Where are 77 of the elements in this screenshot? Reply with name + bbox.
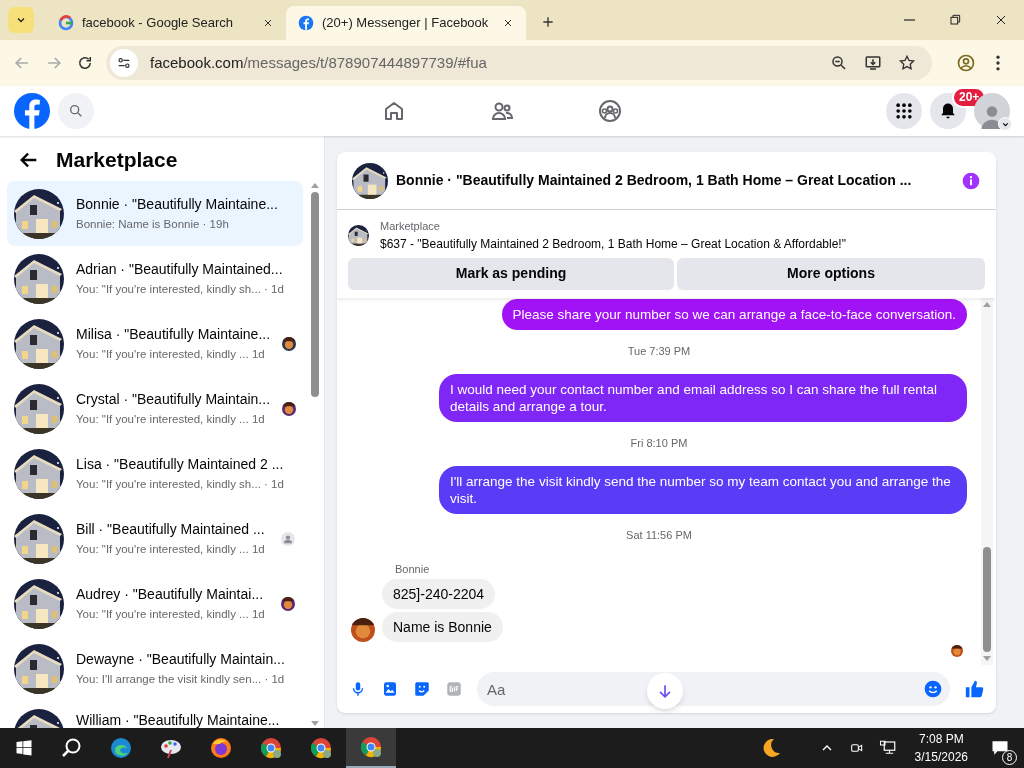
message-bubble: Name is Bonnie: [382, 612, 503, 642]
listing-label: Marketplace: [380, 219, 441, 234]
conversation-title: Lisa · "Beautifully Maintained 2 ...: [76, 455, 285, 473]
facebook-logo[interactable]: [14, 93, 50, 129]
conversation-title: Bonnie · "Beautifully Maintaine...: [76, 195, 279, 213]
sticker-icon[interactable]: [413, 680, 431, 698]
conversation-title: William · "Beautifully Maintaine...: [76, 712, 281, 728]
groups-icon[interactable]: [598, 99, 622, 123]
thumbs-up-icon[interactable]: [964, 678, 986, 700]
conversation-preview: You: "If you're interested, kindly ... 1d: [76, 346, 266, 362]
conversation-preview: You: I'll arrange the visit kindly sen... · 1d: [76, 671, 286, 687]
zoom-out-icon[interactable]: [830, 54, 848, 72]
browser-tab[interactable]: facebook - Google Search: [46, 6, 286, 40]
seen-person-icon: [281, 531, 295, 546]
notification-count: 8: [1002, 750, 1017, 765]
menu-button[interactable]: [886, 93, 922, 129]
info-icon[interactable]: [961, 170, 981, 191]
star-icon[interactable]: [898, 54, 916, 72]
site-settings-icon[interactable]: [116, 55, 132, 71]
home-icon[interactable]: [382, 99, 406, 123]
plus-icon: [540, 14, 556, 30]
conversation-preview: You: "If you're interested, kindly sh... · 1d: [76, 281, 285, 297]
chat-title: Bonnie · "Beautifully Maintained 2 Bedroom, 1 Bath Home – Great Location ...: [396, 171, 912, 190]
message-bubble: Please share your number so we can arrange a face-to-face conversation.: [501, 299, 967, 330]
sidebar-title: Marketplace: [56, 147, 178, 173]
chrome-icon: [309, 736, 333, 760]
profile-icon[interactable]: [956, 53, 976, 73]
edge-icon: [109, 736, 133, 760]
browser-tab[interactable]: (20+) Messenger | Facebook: [286, 6, 526, 40]
notifications-button[interactable]: 8: [986, 734, 1014, 762]
chrome-icon: [359, 735, 383, 759]
emoji-icon[interactable]: [923, 679, 943, 699]
minimize-icon: [903, 19, 915, 21]
timestamp: Sat 11:56 PM: [626, 528, 692, 543]
restore-icon: [947, 12, 963, 28]
timestamp: Fri 8:10 PM: [630, 436, 688, 451]
action-button[interactable]: More options: [677, 257, 985, 290]
address-text: facebook.com/messages/t/878907444897739/#fua: [150, 52, 487, 73]
install-icon[interactable]: [864, 54, 882, 72]
conversation-item[interactable]: Bonnie · "Beautifully Maintaine... Bonnie: Name is Bonnie · 19h: [7, 181, 303, 246]
listing-description: $637 - "Beautifully Maintained 2 Bedroom, 1 Bath Home – Great Location & Affordable!": [380, 235, 846, 253]
clock[interactable]: 7:08 PM 3/15/2026: [910, 730, 972, 766]
action-button[interactable]: Mark as pending: [348, 257, 674, 290]
google-icon: [58, 15, 74, 31]
image-icon[interactable]: [381, 680, 399, 698]
message-field[interactable]: Aa: [477, 672, 950, 706]
reload-icon[interactable]: [76, 54, 94, 72]
message-bubble: 825]-240-2204: [382, 579, 496, 609]
sender-name: Bonnie: [395, 563, 431, 576]
tab-title: (20+) Messenger | Facebook: [322, 14, 490, 33]
conversation-title: Audrey · "Beautifully Maintai...: [76, 585, 265, 603]
address-bar[interactable]: facebook.com/messages/t/878907444897739/#fua: [106, 46, 932, 80]
conversation-title: Dewayne · "Beautifully Maintain...: [76, 650, 286, 668]
conversation-title: Adrian · "Beautifully Maintained...: [76, 260, 284, 278]
grid-icon: [894, 101, 914, 121]
taskbar-app[interactable]: [346, 728, 396, 768]
conversation-preview: You: "If you're interested, kindly ... 1d: [76, 541, 266, 557]
conversation-title: Milisa · "Beautifully Maintaine...: [76, 325, 271, 343]
timestamp: Tue 7:39 PM: [627, 344, 691, 359]
chrome-icon: [259, 736, 283, 760]
message-bubble: I would need your contact number and email address so I can share the full rental details and arrange a tour.: [439, 374, 967, 422]
conversation-title: Crystal · "Beautifully Maintain...: [76, 390, 271, 408]
firefox-icon: [209, 736, 233, 760]
conversation-title: Bill · "Beautifully Maintained ...: [76, 520, 266, 538]
search-icon: [68, 103, 84, 119]
message-bubble: I'll arrange the visit kindly send the number so my team contact you and arrange the visit.: [439, 466, 967, 514]
facebook-icon: [298, 15, 314, 31]
tab-title: facebook - Google Search: [82, 14, 235, 33]
network-icon[interactable]: [878, 739, 897, 757]
conversation-preview: You: "If you're interested, kindly ... 1d: [76, 411, 266, 427]
conversation-preview: You: "If you're interested, kindly ... 1d: [76, 606, 266, 622]
windows-icon: [15, 739, 33, 757]
conversation-preview: Bonnie: Name is Bonnie · 19h: [76, 216, 230, 232]
close-icon[interactable]: [262, 17, 274, 29]
close-icon[interactable]: [502, 17, 514, 29]
scrollbar[interactable]: [981, 297, 993, 665]
conversation-preview: You: "If you're interested, kindly sh... · 1d: [76, 476, 285, 492]
